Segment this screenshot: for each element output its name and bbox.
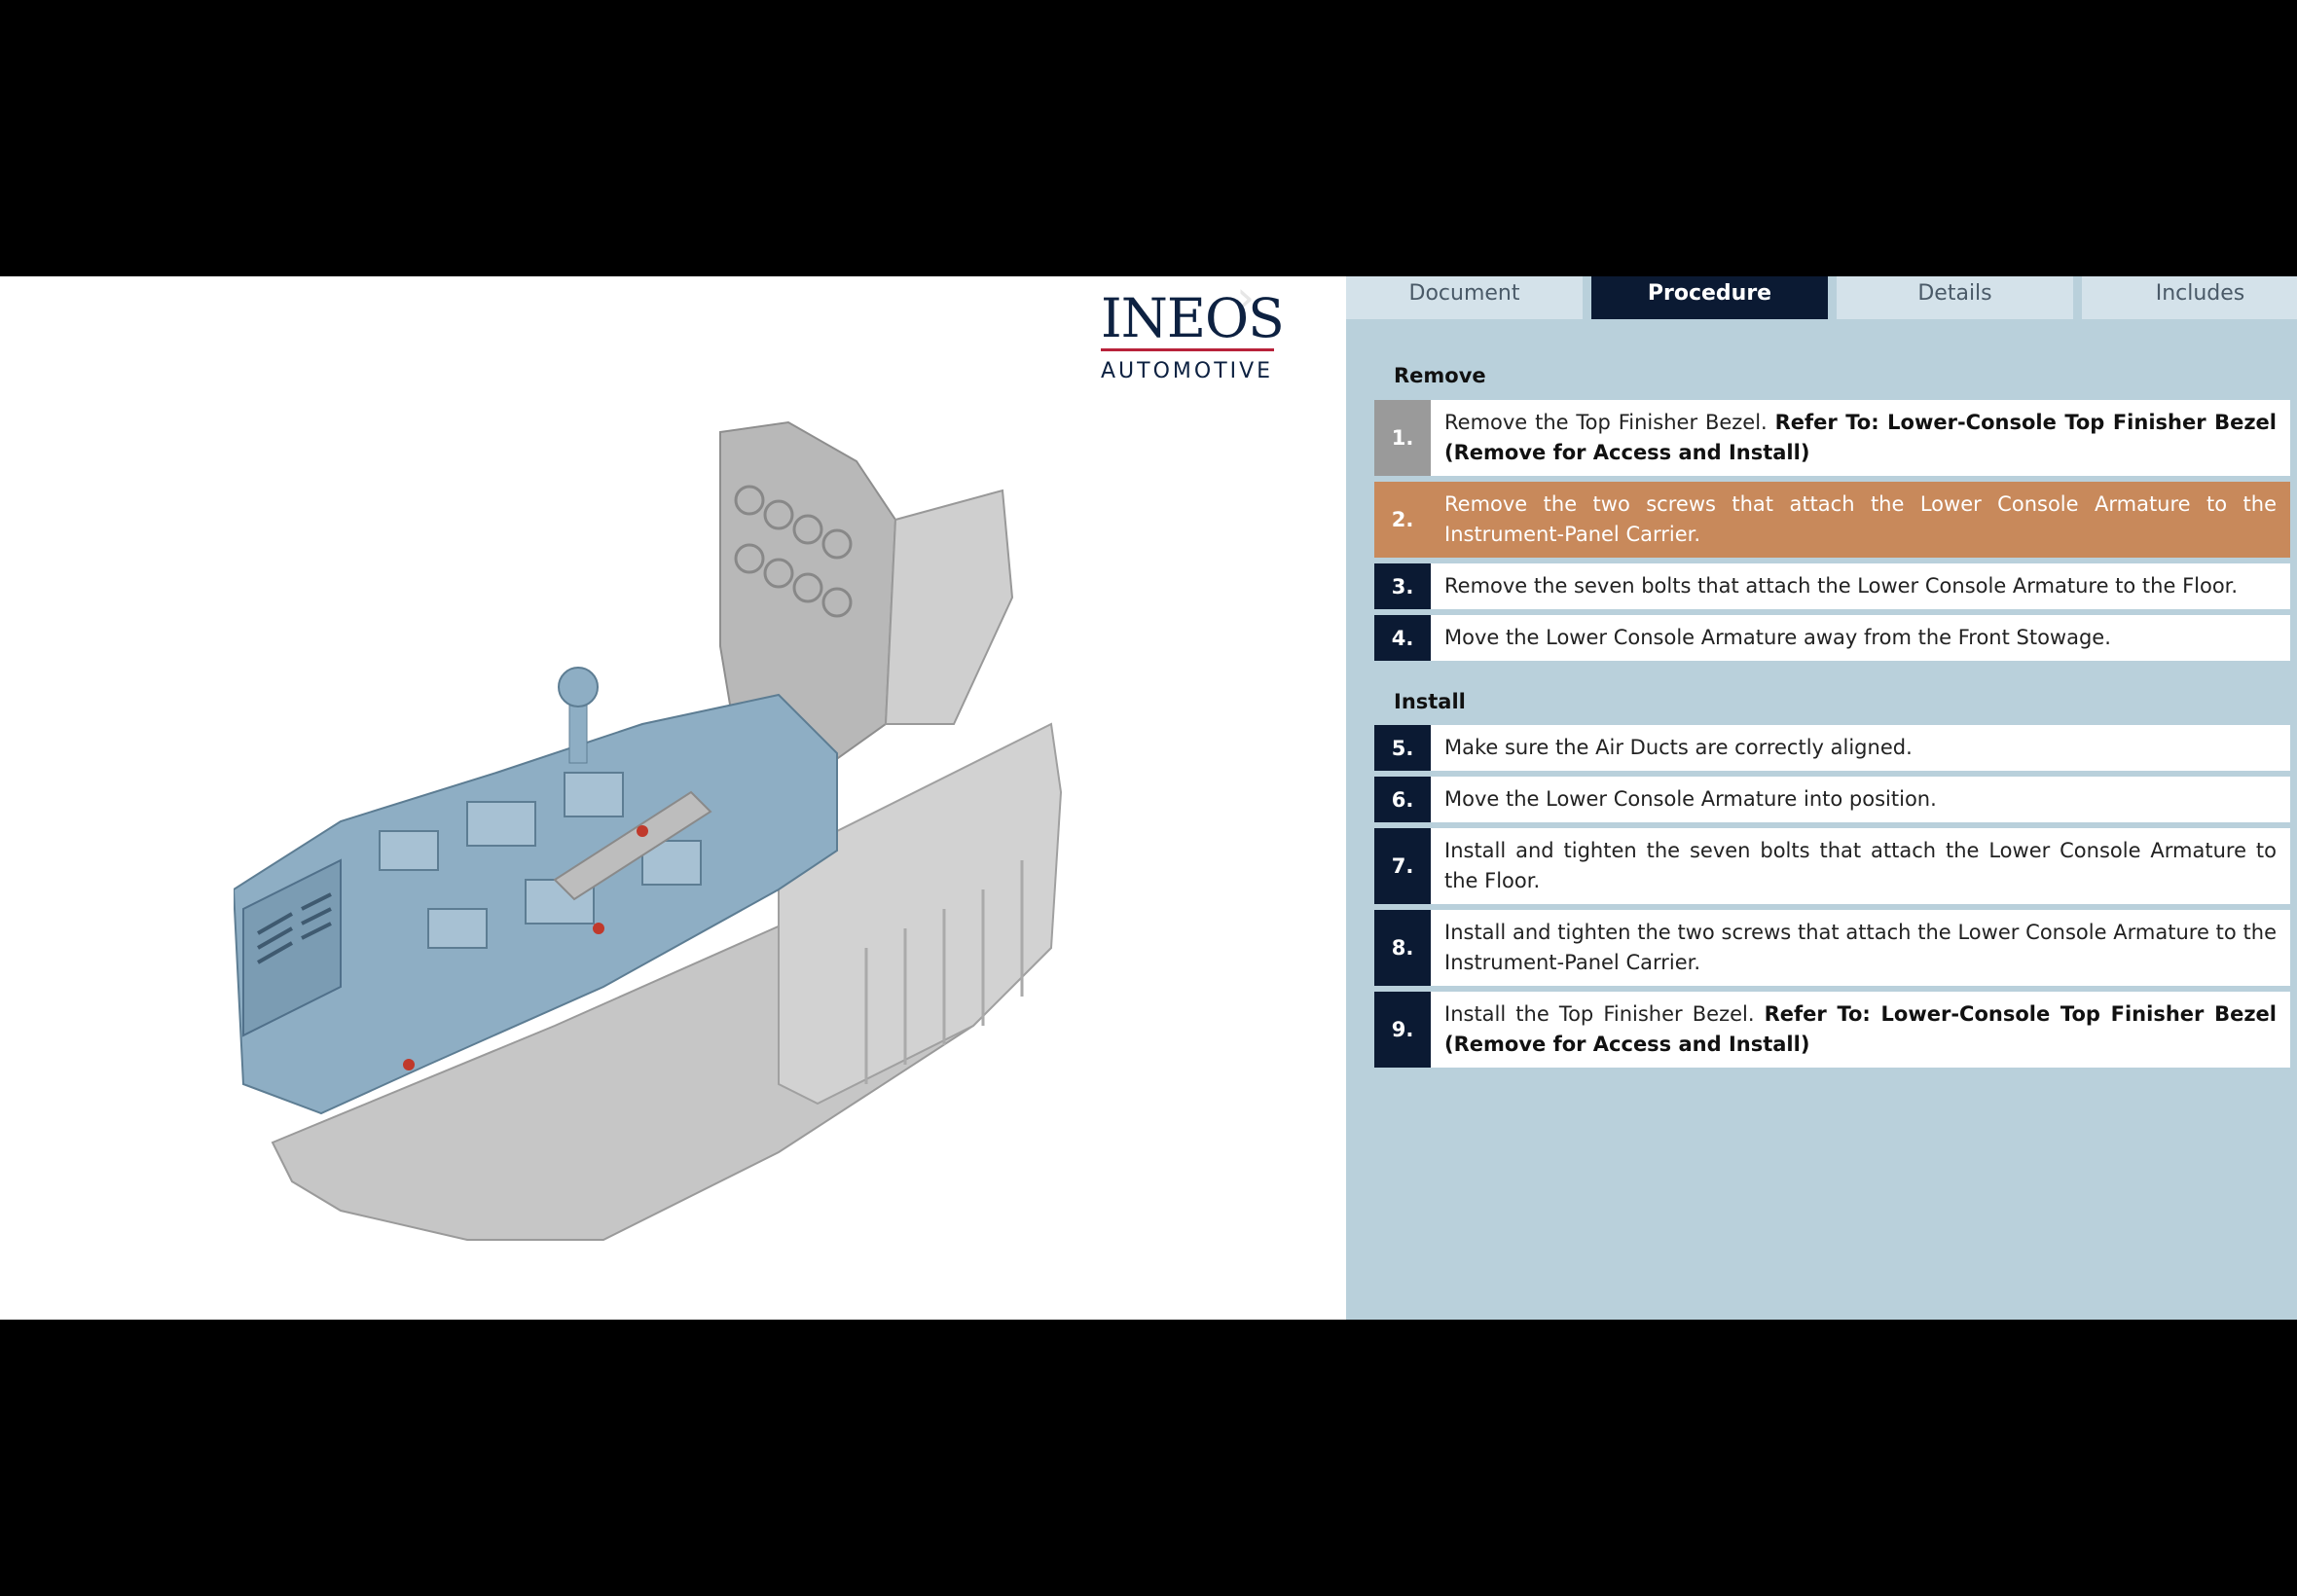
step-number: 3. [1374, 563, 1431, 609]
illustration-viewer[interactable]: › INEOS AUTOMOTIVE [0, 276, 1346, 1320]
step-text: Make sure the Air Ducts are correctly al… [1444, 736, 1913, 759]
procedure-panel: Document Procedure Details Includes Remo… [1346, 276, 2297, 1320]
step-number: 6. [1374, 777, 1431, 822]
procedure-step-6[interactable]: 6. Move the Lower Console Armature into … [1374, 777, 2290, 822]
step-text: Move the Lower Console Armature away fro… [1444, 626, 2111, 649]
procedure-step-5[interactable]: 5. Make sure the Air Ducts are correctly… [1374, 725, 2290, 771]
step-number: 2. [1374, 482, 1431, 558]
section-install-heading: Install [1394, 690, 1466, 713]
tab-includes[interactable]: Includes [2082, 276, 2297, 319]
step-text: Remove the two screws that attach the Lo… [1444, 492, 2277, 546]
tab-details[interactable]: Details [1837, 276, 2073, 319]
gear-knob [558, 667, 599, 707]
tab-document[interactable]: Document [1346, 276, 1583, 319]
step-text: Remove the Top Finisher Bezel. Refer To:… [1444, 411, 2277, 464]
logo-wordmark: INEOS [1101, 287, 1285, 349]
procedure-step-1[interactable]: 1. Remove the Top Finisher Bezel. Refer … [1374, 400, 2290, 476]
step-number: 9. [1374, 992, 1431, 1068]
step-number: 7. [1374, 828, 1431, 904]
tab-procedure[interactable]: Procedure [1591, 276, 1828, 319]
procedure-step-4[interactable]: 4. Move the Lower Console Armature away … [1374, 615, 2290, 661]
letterbox-bottom [0, 1320, 2297, 1596]
procedure-step-9[interactable]: 9. Install the Top Finisher Bezel. Refer… [1374, 992, 2290, 1068]
step-text: Install and tighten the two screws that … [1444, 921, 2277, 974]
step-text: Remove the seven bolts that attach the L… [1444, 574, 2239, 598]
logo-subtitle: AUTOMOTIVE [1101, 359, 1274, 383]
step-text: Move the Lower Console Armature into pos… [1444, 787, 1937, 811]
side-bracket [884, 489, 1014, 725]
app-window: › INEOS AUTOMOTIVE Document Procedure De… [0, 276, 2297, 1320]
lower-console-armature-illustration [234, 420, 1063, 1241]
step-text: Install the Top Finisher Bezel. Refer To… [1444, 1002, 2277, 1056]
procedure-step-8[interactable]: 8. Install and tighten the two screws th… [1374, 910, 2290, 986]
brand-logo: INEOS AUTOMOTIVE [1101, 287, 1285, 383]
section-remove-heading: Remove [1394, 364, 1486, 387]
step-text: Install and tighten the seven bolts that… [1444, 839, 2277, 892]
step-number: 5. [1374, 725, 1431, 771]
procedure-step-2[interactable]: 2. Remove the two screws that attach the… [1374, 482, 2290, 558]
step-number: 8. [1374, 910, 1431, 986]
step-number: 1. [1374, 400, 1431, 476]
letterbox-top [0, 0, 2297, 276]
procedure-step-3[interactable]: 3. Remove the seven bolts that attach th… [1374, 563, 2290, 609]
tab-bar: Document Procedure Details Includes [1346, 276, 2297, 319]
step-number: 4. [1374, 615, 1431, 661]
procedure-step-7[interactable]: 7. Install and tighten the seven bolts t… [1374, 828, 2290, 904]
